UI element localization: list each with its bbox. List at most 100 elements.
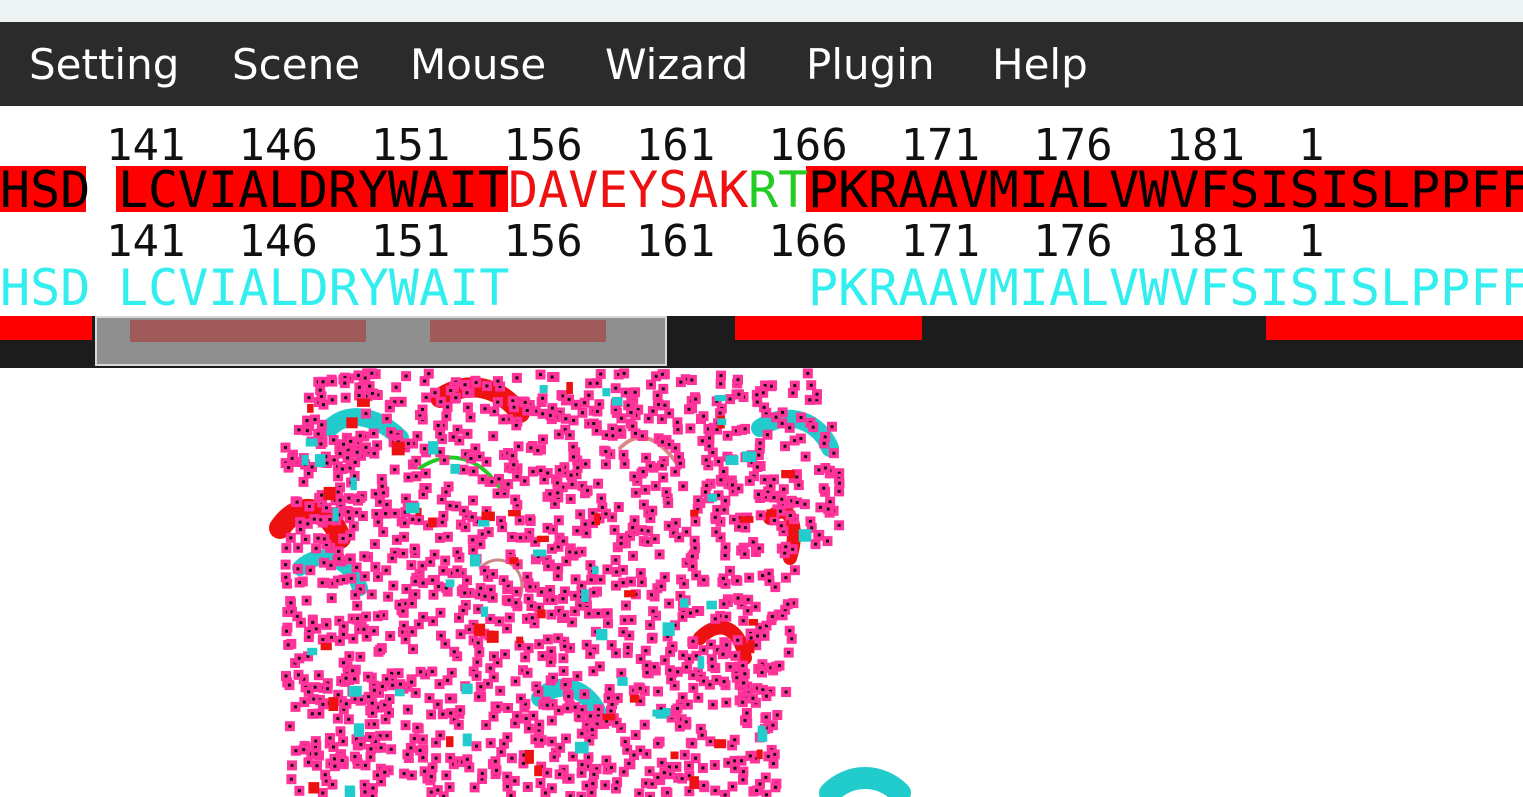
menu-help[interactable]: Help [992, 40, 1088, 90]
atom-marker [691, 606, 702, 616]
atom-marker [542, 634, 553, 645]
atom-marker [739, 549, 750, 560]
sequence-row-1-mid-c[interactable]: RT [748, 165, 808, 215]
backbone-fragment [798, 529, 812, 542]
atom-marker [449, 646, 460, 657]
atom-marker [662, 787, 673, 797]
atom-marker [446, 667, 457, 678]
atom-marker [745, 750, 756, 761]
atom-marker [475, 583, 486, 594]
backbone-fragment [332, 507, 339, 522]
atom-marker [761, 712, 772, 723]
atom-marker [619, 368, 630, 379]
atom-marker [645, 791, 655, 797]
atom-marker [593, 478, 603, 489]
backbone-fragment [706, 600, 717, 610]
atom-marker [435, 532, 445, 543]
atom-marker [511, 586, 522, 597]
atom-marker [759, 402, 770, 413]
atom-marker [320, 769, 331, 780]
atom-marker [406, 560, 417, 571]
atom-marker [317, 699, 328, 710]
atom-marker [326, 632, 337, 643]
atom-marker [546, 783, 557, 794]
atom-marker [610, 383, 621, 394]
atom-marker [497, 522, 508, 533]
atom-marker [619, 458, 630, 469]
atom-marker [621, 600, 631, 611]
sequence-row-2-block-2[interactable]: PKRAAVMIALVWVFSISISLPPFF [808, 263, 1523, 313]
atom-marker [490, 756, 501, 767]
sequence-row-1-block-2[interactable]: PKRAAVMIALVWVFSISISLPPFF [808, 165, 1523, 215]
atom-marker [367, 698, 378, 709]
menu-scene[interactable]: Scene [232, 40, 360, 90]
menu-setting[interactable]: Setting [29, 40, 179, 90]
backbone-fragment [348, 685, 362, 697]
atom-marker [311, 748, 321, 759]
atom-marker [643, 525, 654, 536]
atom-marker [493, 376, 503, 387]
atom-marker [315, 385, 326, 396]
atom-marker [611, 580, 621, 591]
atom-marker [645, 620, 656, 630]
backbone-fragment [629, 694, 640, 703]
atom-marker [366, 589, 377, 600]
atom-marker [558, 666, 569, 676]
molecular-viewport[interactable] [0, 368, 1523, 797]
menu-mouse[interactable]: Mouse [410, 40, 546, 90]
atom-marker [491, 765, 502, 776]
backbone-fragment [308, 782, 320, 794]
atom-marker [462, 575, 472, 586]
atom-marker [441, 770, 452, 781]
atom-marker [542, 700, 553, 711]
atom-marker [284, 721, 295, 732]
atom-marker [672, 417, 683, 428]
sequence-row-1-mid-b[interactable]: EYSAK [598, 165, 749, 215]
sequence-row-1-prefix[interactable]: HSD [0, 165, 90, 215]
atom-marker [341, 698, 352, 709]
atom-marker [659, 400, 670, 411]
atom-marker [301, 595, 312, 606]
atom-marker [521, 713, 532, 724]
atom-marker [364, 732, 375, 742]
atom-marker [317, 788, 328, 797]
atom-marker [685, 423, 696, 434]
sequence-row-1-mid-a[interactable]: DAV [508, 165, 598, 215]
atom-marker [467, 534, 478, 545]
menu-plugin[interactable]: Plugin [806, 40, 935, 90]
atom-marker [613, 502, 624, 512]
atom-marker [566, 470, 577, 481]
sequence-scrollbar-thumb[interactable] [95, 316, 667, 366]
atom-marker [678, 481, 689, 492]
atom-marker [355, 430, 366, 441]
sequence-viewer[interactable]: 141 146 151 156 161 166 171 176 181 1 HS… [0, 106, 1523, 316]
atom-marker [653, 686, 663, 697]
atom-marker [292, 497, 303, 508]
atom-marker [616, 413, 627, 424]
atom-marker [600, 459, 611, 470]
thumb-selection-mark [430, 320, 606, 342]
atom-marker [300, 534, 311, 545]
sequence-row-2-block-1[interactable]: LCVIALDRYWAIT [118, 263, 509, 313]
ribbon-segment [819, 767, 911, 797]
atom-marker [511, 372, 522, 383]
backbone-fragment [473, 623, 486, 636]
atom-marker [452, 547, 463, 558]
atom-marker [819, 438, 830, 449]
atom-marker [520, 652, 531, 663]
atom-marker [495, 685, 506, 696]
atom-marker [292, 563, 303, 574]
menu-wizard[interactable]: Wizard [605, 40, 748, 90]
atom-marker [755, 510, 766, 521]
atom-marker [581, 528, 592, 539]
sequence-row-1-block-1[interactable]: LCVIALDRYWAIT [118, 165, 508, 215]
atom-marker [577, 759, 587, 770]
sequence-row-2-prefix[interactable]: HSD [0, 263, 90, 313]
atom-marker [664, 598, 675, 609]
atom-marker [503, 479, 514, 490]
atom-marker [727, 480, 738, 490]
backbone-fragment [591, 566, 599, 575]
backbone-fragment [742, 451, 757, 462]
atom-marker [546, 609, 557, 620]
atom-marker [647, 505, 658, 516]
